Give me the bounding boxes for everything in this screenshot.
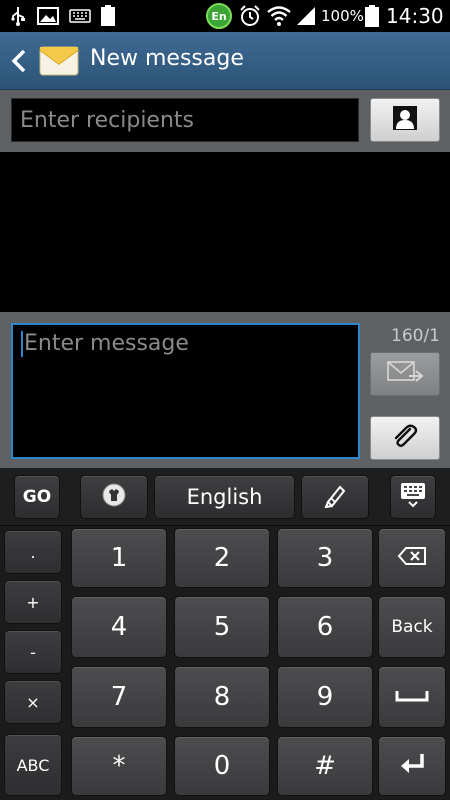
keyboard-hide-key[interactable] [390,475,436,519]
keyboard-toolbar: GO English [0,468,450,526]
key-label: Back [391,617,433,637]
key-multiply[interactable]: × [4,680,62,724]
battery-percent: 100% [321,7,364,25]
key-label: 1 [110,543,128,573]
recipients-input[interactable]: Enter recipients [11,98,359,142]
key-label: 7 [110,682,128,712]
key-label: 9 [316,682,334,712]
key-8[interactable]: 8 [174,666,270,728]
key-label: + [26,592,40,612]
envelope-icon [38,40,80,82]
key-label: 4 [110,612,128,642]
key-period[interactable]: . [4,530,62,574]
go-label: GO [22,487,52,507]
enter-key[interactable] [378,736,446,796]
message-placeholder: Enter message [24,331,189,356]
wifi-icon [266,6,292,26]
alarm-icon [238,5,262,26]
key-label: 3 [316,543,334,573]
keyboard-settings-icon [101,482,127,512]
status-bar: En 100% 14:30 [0,0,450,32]
key-2[interactable]: 2 [174,528,270,588]
backspace-icon [397,546,427,570]
conversation-area [0,152,450,312]
key-7[interactable]: 7 [71,666,167,728]
key-6[interactable]: 6 [277,596,373,658]
contacts-button[interactable] [370,98,440,142]
text-cursor [21,331,23,357]
key-9[interactable]: 9 [277,666,373,728]
key-abc[interactable]: ABC [4,734,62,796]
message-input[interactable]: Enter message [11,323,360,459]
key-5[interactable]: 5 [174,596,270,658]
keyboard-icon [69,6,91,26]
space-icon [395,688,429,707]
key-4[interactable]: 4 [71,596,167,658]
battery-small-icon [100,5,116,26]
key-label: 5 [213,612,231,642]
key-3[interactable]: 3 [277,528,373,588]
key-label: 2 [213,543,231,573]
clock: 14:30 [386,4,444,28]
key-minus[interactable]: - [4,630,62,674]
action-bar: New message [0,32,450,90]
key-label: - [30,642,36,662]
send-button[interactable] [370,352,440,396]
page-title: New message [90,46,244,71]
key-label: * [112,751,126,781]
signal-icon [294,6,318,26]
compose-row: Enter message 160/1 [0,312,450,468]
backspace-key[interactable] [378,528,446,588]
language-badge: En [206,3,232,29]
key-star[interactable]: * [71,736,167,796]
contact-person-icon [392,105,418,135]
handwriting-key[interactable] [301,475,369,519]
character-counter: 160/1 [391,326,440,346]
paperclip-icon [390,421,420,455]
battery-icon [364,5,380,27]
language-label: English [186,485,263,509]
key-label: × [26,692,40,712]
keyboard-hide-icon [399,481,427,513]
back-key[interactable]: Back [378,596,446,658]
key-label: 0 [213,751,231,781]
key-label: ABC [16,755,50,775]
image-icon [37,6,59,26]
keyboard-settings-key[interactable] [80,475,148,519]
key-plus[interactable]: + [4,580,62,624]
key-label: 8 [213,682,231,712]
space-key[interactable] [378,666,446,728]
recipients-row: Enter recipients [0,90,450,152]
attach-button[interactable] [370,416,440,460]
key-hash[interactable]: # [277,736,373,796]
usb-icon [10,6,26,26]
key-1[interactable]: 1 [71,528,167,588]
chevron-left-icon[interactable] [10,48,28,74]
pen-icon [322,482,348,512]
go-key[interactable]: GO [14,475,60,519]
key-label: # [314,751,336,781]
key-label: . [30,542,36,562]
key-0[interactable]: 0 [174,736,270,796]
key-label: 6 [316,612,334,642]
send-message-icon [385,358,425,390]
enter-icon [397,751,427,781]
keyboard: GO English . + - × ABC 1 2 3 4 5 6 Back … [0,468,450,800]
language-key[interactable]: English [154,475,295,519]
